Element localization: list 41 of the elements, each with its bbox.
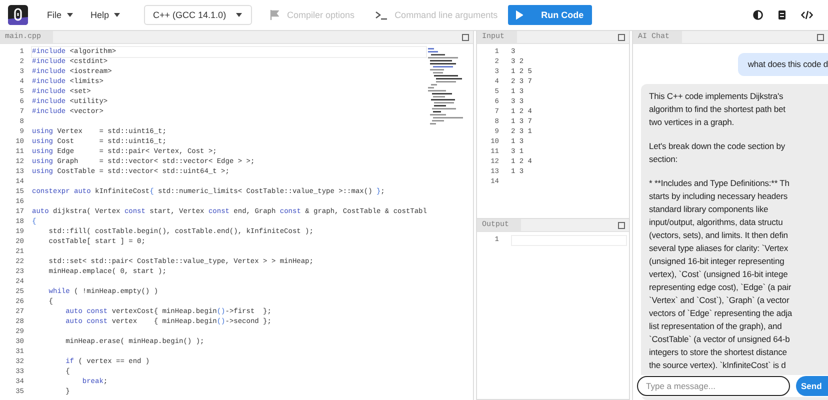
maximize-icon[interactable]	[618, 34, 625, 40]
menu-button[interactable]: File	[45, 7, 75, 23]
message-text: vertex), `Cost` (unsigned 16-bit intege	[649, 268, 789, 281]
document-icon[interactable]	[778, 10, 786, 20]
language-select[interactable]: C++ (GCC 14.1.0)	[144, 5, 252, 25]
caret-icon	[114, 13, 120, 17]
message-text: section:	[649, 153, 678, 166]
message-text: `CostTable` (a vector of unsigned 64-b	[649, 333, 791, 346]
message-text: This C++ code implements Dijkstra's	[649, 90, 784, 103]
message-text: algorithm to find the shortest path bet	[649, 103, 786, 116]
terminal-icon	[374, 10, 387, 20]
caret-icon	[66, 13, 73, 17]
message-text: two vertices in a graph.	[649, 116, 736, 129]
message-text: representing edge cost), `Edge` (a pair	[649, 281, 792, 294]
run-code-button[interactable]: Run Code	[508, 5, 592, 25]
message-text: standard library components like	[649, 203, 770, 216]
message-text: `Vertex` and `Cost`), `Graph` (a vector	[649, 294, 790, 307]
maximize-icon[interactable]	[817, 34, 824, 40]
message-text: * **Includes and Type Definitions:** Th	[649, 177, 790, 190]
message-input[interactable]: Type a message...	[637, 376, 790, 396]
message-text: (unsigned 16-bit integer representing	[649, 255, 786, 268]
message-text: starts by including necessary headers	[649, 190, 789, 203]
caret-icon	[236, 13, 242, 17]
message-text: integers to store the shortest distance	[649, 346, 788, 359]
message-text: input/output, algorithms, data structu	[649, 216, 784, 229]
message-text: several type aliases for clarity: `Vertex	[649, 242, 790, 255]
message-text: what does this code d	[748, 58, 828, 71]
message-text: the source vertex). `kInfiniteCost` is d	[649, 359, 787, 372]
play-icon	[516, 10, 524, 20]
maximize-icon[interactable]	[462, 34, 469, 40]
message-text: list representation of the graph), and	[649, 320, 783, 333]
message-text: (vectors, sets), and limits. It then defin	[649, 229, 789, 242]
code-icon[interactable]	[801, 10, 813, 20]
send-button[interactable]: Send	[796, 376, 828, 396]
app-logo-icon	[8, 5, 28, 25]
message-text: Let's break down the code section by	[649, 140, 786, 153]
message-text: vectors of `Edge` representing the adja	[649, 307, 794, 320]
flag-icon	[270, 10, 280, 20]
maximize-icon[interactable]	[618, 222, 625, 228]
contrast-icon[interactable]	[753, 10, 763, 20]
menu-button[interactable]: Help	[88, 7, 122, 23]
